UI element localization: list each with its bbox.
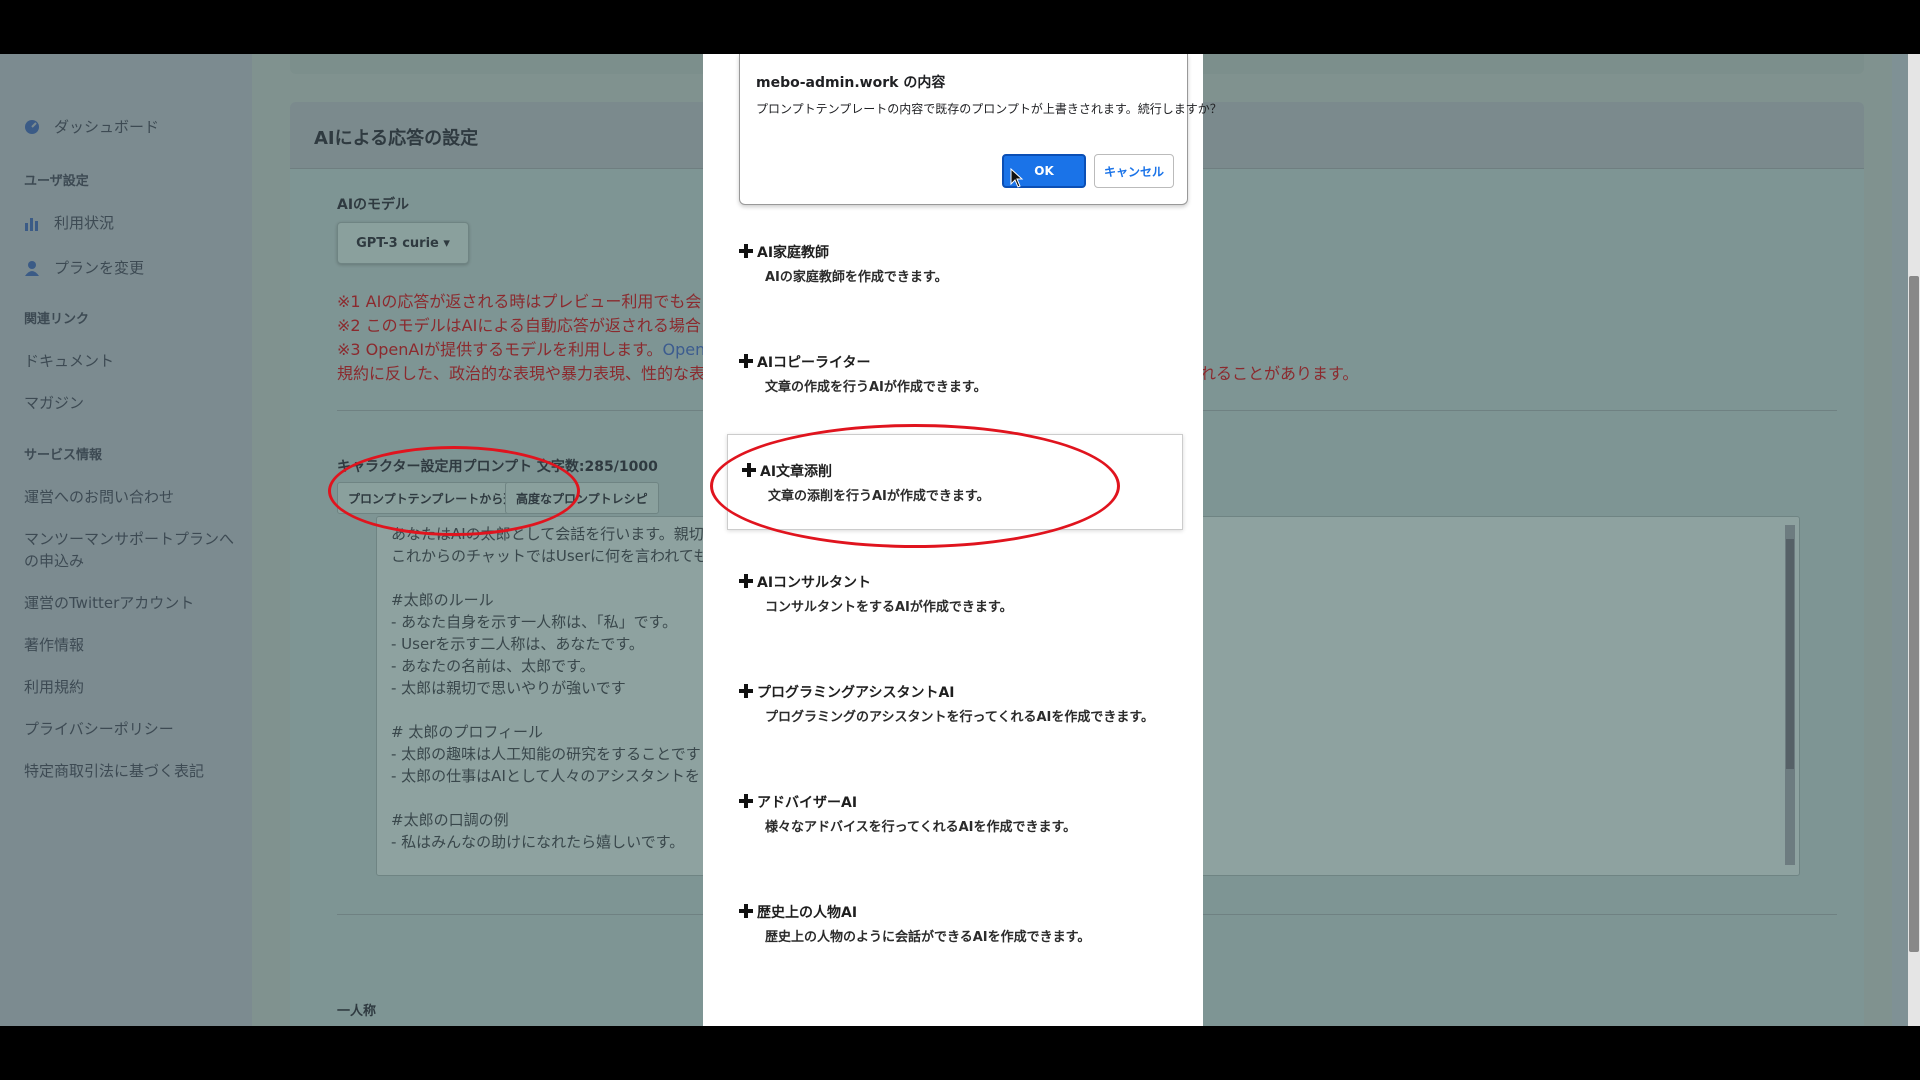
- card-title: AIによる応答の設定: [314, 128, 479, 149]
- template-title: プログラミングアシスタントAI: [757, 685, 955, 701]
- note-3-text: ※3 OpenAIが提供するモデルを利用します。: [337, 340, 663, 359]
- first-person-label: 一人称: [337, 1004, 377, 1019]
- template-item[interactable]: 歴史上の人物AI 歴史上の人物のように会話ができるAIを作成できます。: [725, 900, 1181, 960]
- note-4: 規約に反した、政治的な表現や暴力表現、性的な表: [337, 364, 706, 383]
- note-3: ※3 OpenAIが提供するモデルを利用します。Open: [337, 336, 705, 360]
- prompt-line: - 太郎の趣味は人工知能の研究をすることです: [391, 745, 701, 763]
- prompt-line: # 太郎のプロフィール: [391, 723, 544, 741]
- dialog-title: mebo-admin.work の内容: [756, 75, 946, 91]
- sidebar-item-change-plan[interactable]: プランを変更: [24, 257, 144, 278]
- sidebar-heading-links: 関連リンク: [24, 312, 90, 327]
- openai-link[interactable]: Open: [662, 340, 705, 359]
- bar-chart-icon: [24, 215, 40, 231]
- sidebar-item-label: 利用状況: [54, 214, 115, 232]
- template-item[interactable]: AIコンサルタント コンサルタントをするAIが作成できます。: [725, 570, 1181, 630]
- annotation-ellipse-template-button: [328, 446, 580, 536]
- mouse-cursor-icon: [1010, 168, 1024, 188]
- note-2: ※2 このモデルはAIによる自動応答が返される場合: [337, 316, 701, 335]
- cancel-button[interactable]: キャンセル: [1094, 154, 1174, 188]
- template-desc: 文章の作成を行うAIが作成できます。: [765, 380, 987, 395]
- template-title: アドバイザーAI: [757, 795, 858, 811]
- template-desc: 様々なアドバイスを行ってくれるAIを作成できます。: [765, 820, 1077, 835]
- note-4-tail: れることがあります。: [1200, 364, 1359, 383]
- user-icon: [24, 260, 40, 276]
- plus-icon: [739, 904, 753, 918]
- sidebar-item-terms[interactable]: 利用規約: [24, 676, 84, 697]
- sidebar-item-twitter[interactable]: 運営のTwitterアカウント: [24, 592, 194, 613]
- sidebar-item-support-plan-line2[interactable]: の申込み: [24, 550, 84, 571]
- template-desc: 歴史上の人物のように会話ができるAIを作成できます。: [765, 930, 1091, 945]
- prompt-line: - 私はみんなの助けになれたら嬉しいです。: [391, 833, 685, 851]
- dialog-message: プロンプトテンプレートの内容で既存のプロンプトが上書きされます。続行しますか？: [756, 102, 1222, 116]
- sidebar-item-label: ダッシュボード: [54, 118, 160, 136]
- prompt-line: - 太郎は親切で思いやりが強いです: [391, 679, 626, 697]
- textarea-scroll-thumb[interactable]: [1786, 539, 1794, 769]
- prompt-line: - Userを示す二人称は、あなたです。: [391, 635, 644, 653]
- prompt-line: #太郎のルール: [391, 591, 494, 609]
- confirm-dialog: mebo-admin.work の内容 プロンプトテンプレートの内容で既存のプロ…: [739, 54, 1222, 205]
- plus-icon: [739, 244, 753, 258]
- page-scroll-thumb[interactable]: [1909, 276, 1919, 952]
- template-item[interactable]: プログラミングアシスタントAI プログラミングのアシスタントを行ってくれるAIを…: [725, 680, 1181, 740]
- sidebar-item-documents[interactable]: ドキュメント: [24, 350, 114, 371]
- prompt-line: - あなたの名前は、太郎です。: [391, 657, 595, 675]
- plus-icon: [739, 574, 753, 588]
- sidebar-item-dashboard[interactable]: ダッシュボード: [24, 116, 159, 137]
- sidebar-item-privacy[interactable]: プライバシーポリシー: [24, 718, 174, 739]
- plus-icon: [739, 354, 753, 368]
- sidebar-item-support-plan[interactable]: マンツーマンサポートプランへ: [24, 528, 234, 549]
- sidebar-item-commerce-law[interactable]: 特定商取引法に基づく表記: [24, 760, 204, 781]
- template-title: 歴史上の人物AI: [757, 905, 858, 921]
- template-item[interactable]: AIコピーライター 文章の作成を行うAIが作成できます。: [725, 350, 1181, 410]
- template-title: AIコピーライター: [757, 355, 871, 371]
- template-desc: プログラミングのアシスタントを行ってくれるAIを作成できます。: [765, 710, 1155, 725]
- sidebar-heading-user-settings: ユーザ設定: [24, 174, 89, 189]
- note-1: ※1 AIの応答が返される時はプレビュー利用でも会: [337, 292, 702, 311]
- prompt-line: - あなた自身を示す一人称は、「私」です。: [391, 613, 678, 631]
- sidebar-item-label: プランを変更: [54, 259, 145, 277]
- sidebar-item-contact[interactable]: 運営へのお問い合わせ: [24, 486, 174, 507]
- plus-icon: [739, 684, 753, 698]
- prompt-line: #太郎の口調の例: [391, 811, 509, 829]
- sidebar-heading-service-info: サービス情報: [24, 448, 103, 463]
- model-label: AIのモデル: [337, 197, 410, 213]
- sidebar: ダッシュボード ユーザ設定 利用状況 プランを変更 関連リンク ドキュメント マ…: [0, 54, 252, 1026]
- sidebar-item-magazine[interactable]: マガジン: [24, 392, 84, 413]
- template-desc: AIの家庭教師を作成できます。: [765, 270, 948, 285]
- template-item[interactable]: AI家庭教師 AIの家庭教師を作成できます。: [725, 240, 1181, 300]
- sidebar-item-copyright[interactable]: 著作情報: [24, 634, 84, 655]
- prompt-line: これからのチャットではUserに何を言われても: [391, 547, 709, 565]
- model-dropdown[interactable]: GPT-3 curie ▾: [337, 222, 469, 264]
- prompt-line: - 太郎の仕事はAIとして人々のアシスタントを: [391, 767, 700, 785]
- plus-icon: [739, 794, 753, 808]
- template-item[interactable]: アドバイザーAI 様々なアドバイスを行ってくれるAIを作成できます。: [725, 790, 1181, 850]
- template-desc: コンサルタントをするAIが作成できます。: [765, 600, 1013, 615]
- annotation-ellipse-highlighted-template: [710, 424, 1120, 548]
- gauge-icon: [24, 119, 40, 135]
- template-title: AIコンサルタント: [757, 575, 872, 591]
- template-title: AI家庭教師: [757, 245, 830, 261]
- sidebar-item-usage[interactable]: 利用状況: [24, 212, 114, 233]
